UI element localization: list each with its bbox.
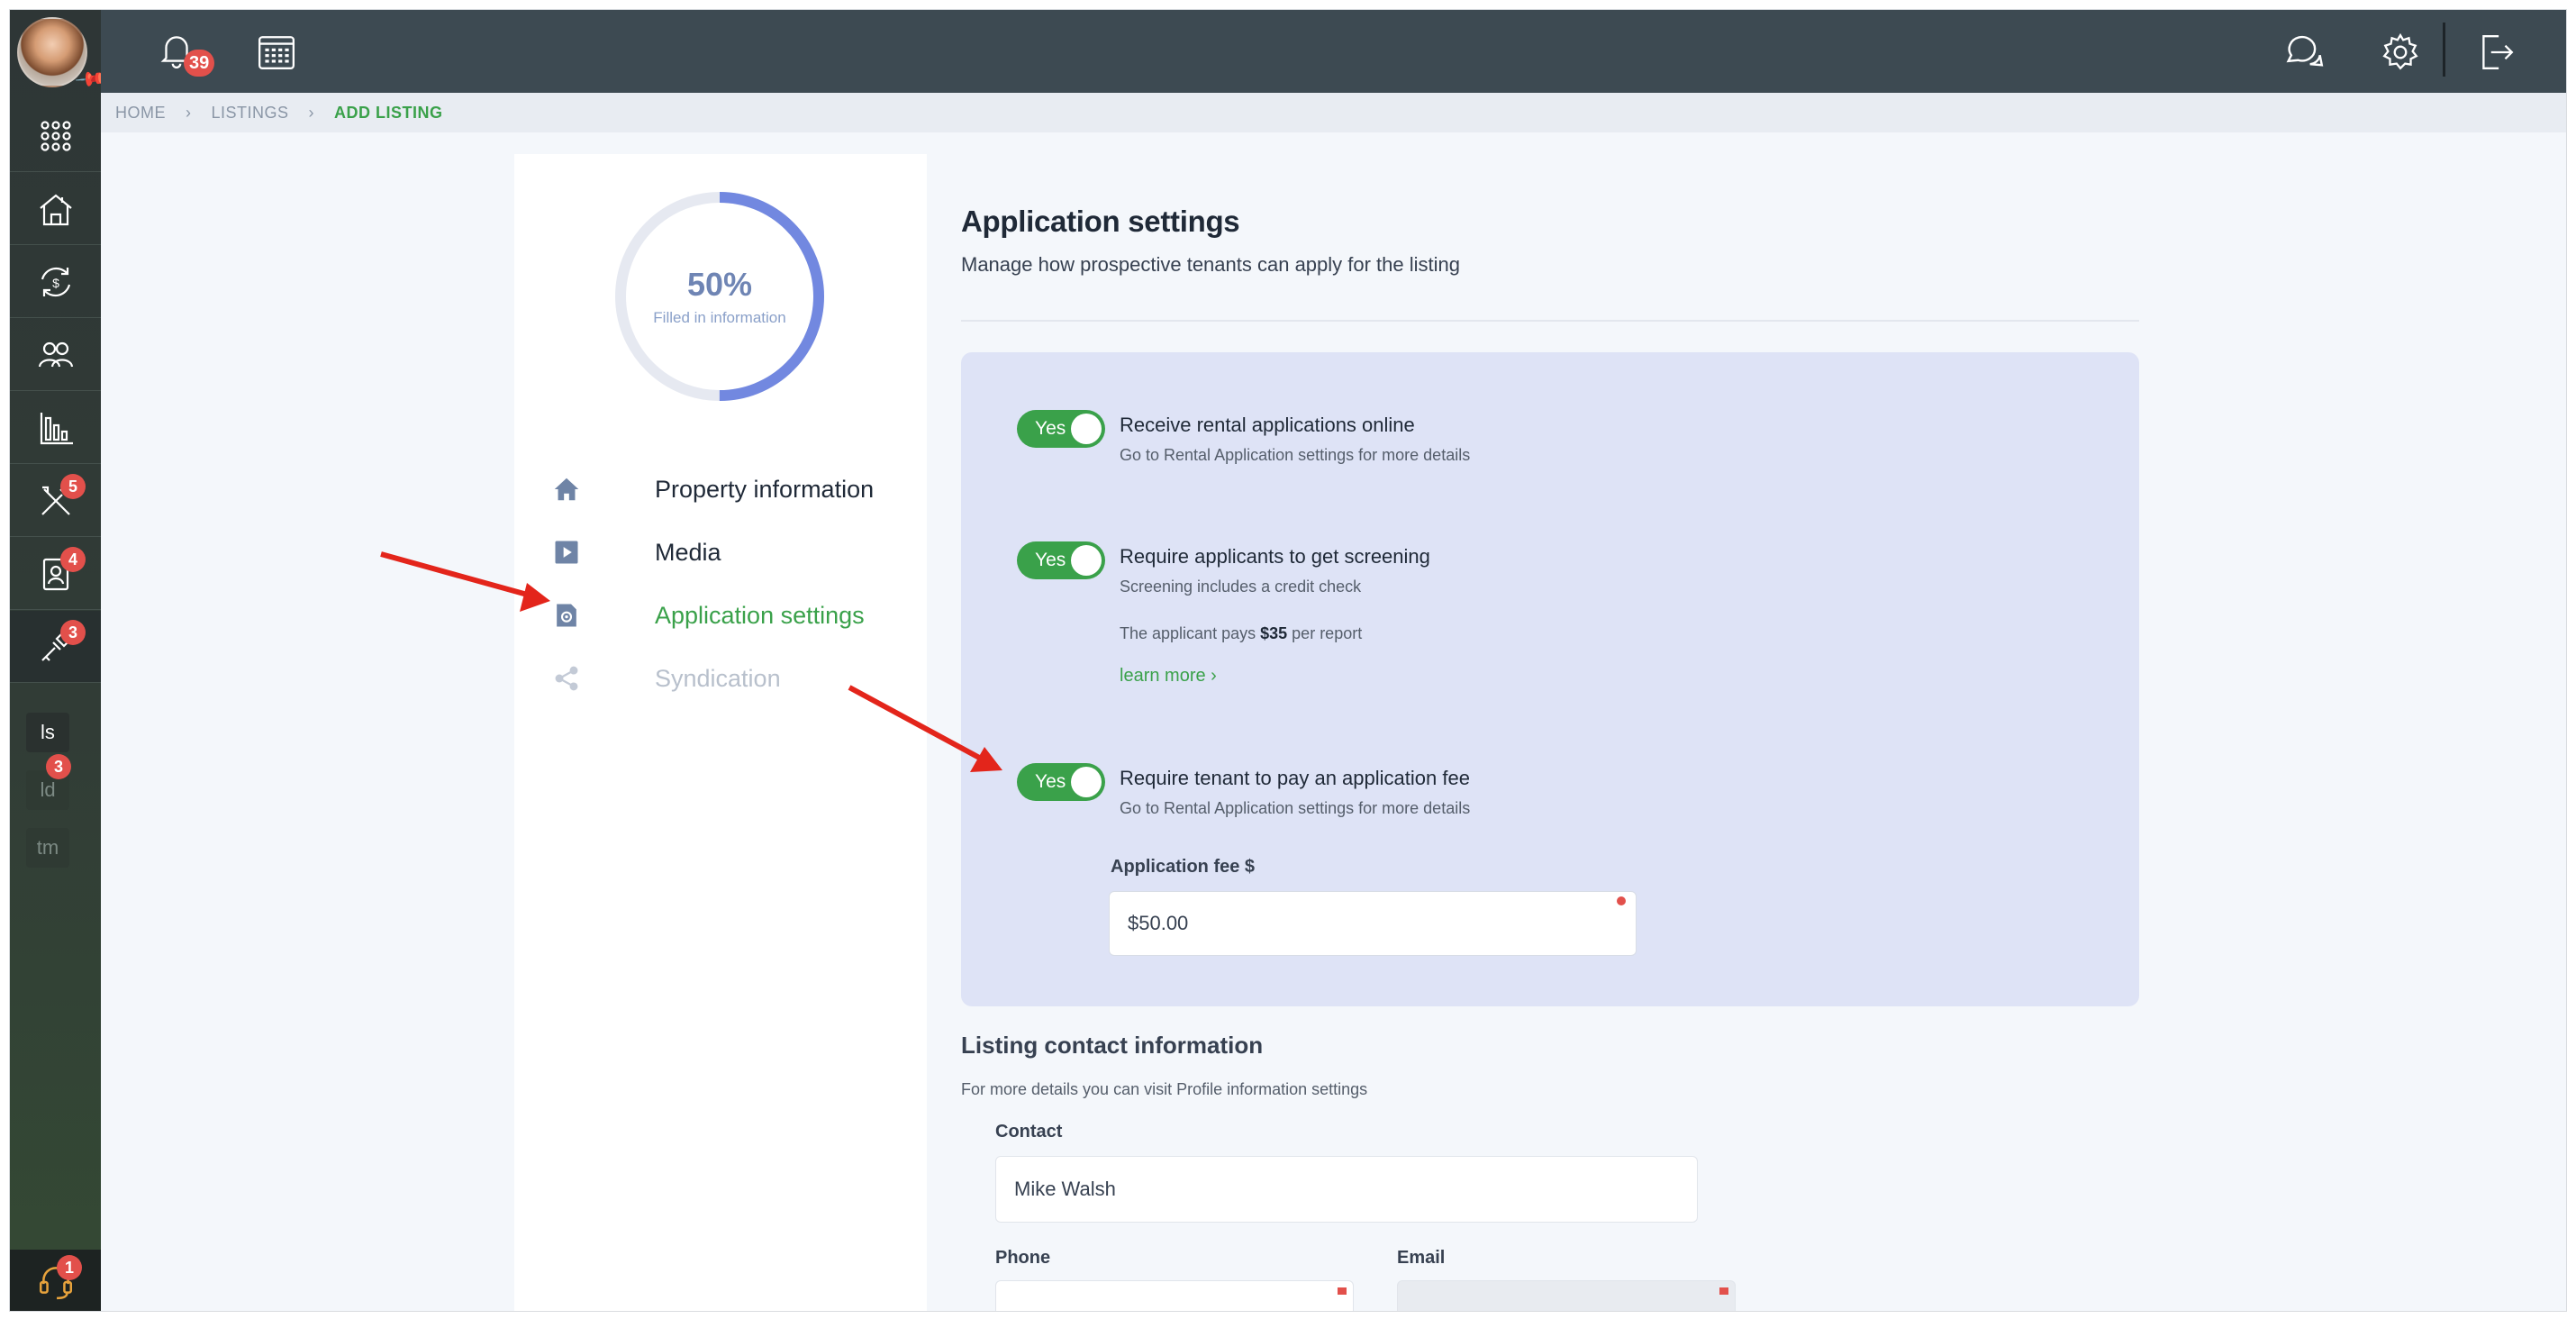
annotation-arrows <box>380 551 1002 772</box>
arrow-to-application-settings <box>380 551 550 612</box>
app-window: 📌 $ 5 4 3 ls ld 3 tm 1 39 HOME › LISTING… <box>9 9 2567 1312</box>
arrow-to-fee-toggle <box>848 685 1002 772</box>
